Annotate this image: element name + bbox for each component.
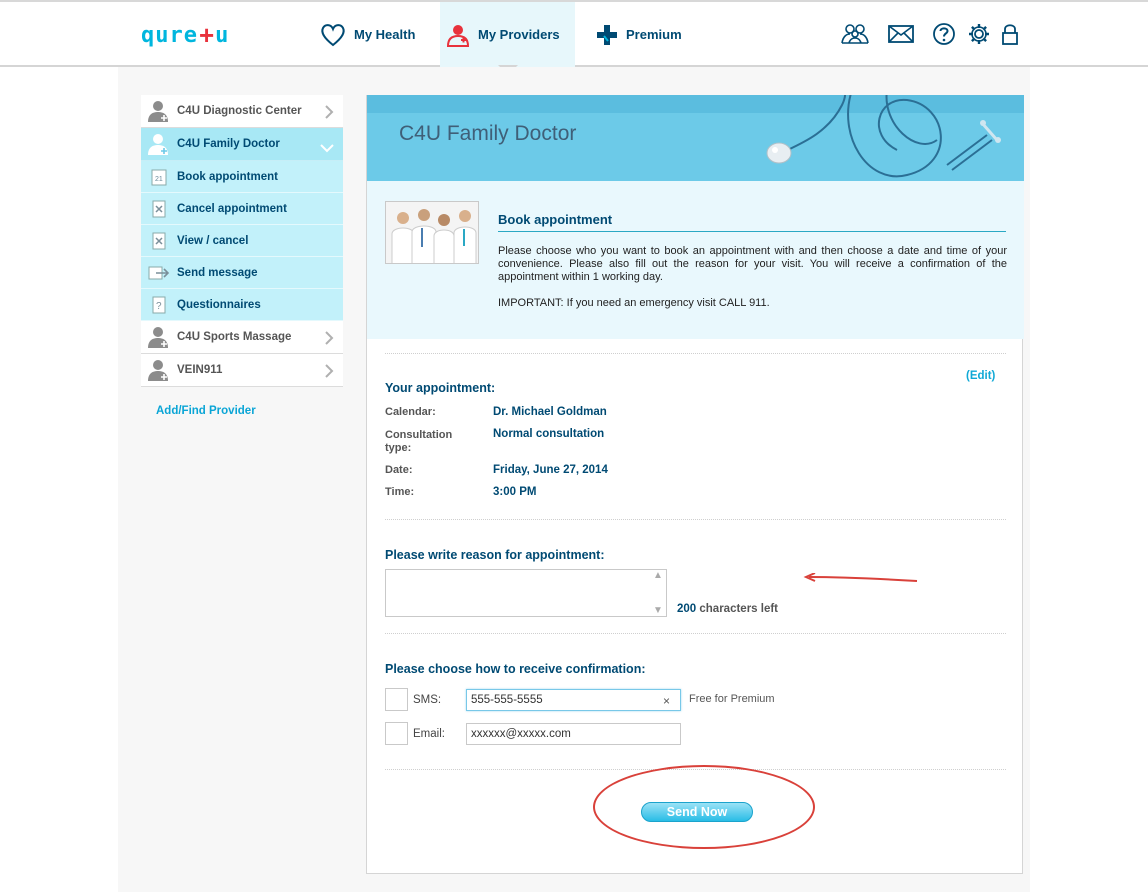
intro-heading: Book appointment — [498, 212, 1006, 232]
lock-icon[interactable] — [996, 22, 1024, 46]
logo-text-right: u — [215, 22, 230, 48]
doctors-photo — [385, 201, 479, 264]
qure4u-logo[interactable]: qure + u — [141, 22, 229, 48]
sidebar-sub-label: Cancel appointment — [177, 202, 287, 215]
calendar-icon: 21 — [141, 168, 177, 186]
chevron-right-icon — [324, 105, 334, 124]
characters-left-counter: 200 characters left — [677, 603, 778, 615]
main-panel: C4U Family Doctor Book appointment Pleas… — [366, 95, 1024, 874]
heart-icon — [321, 23, 345, 46]
reason-heading: Please write reason for appointment: — [385, 548, 605, 562]
clear-icon[interactable]: × — [663, 694, 670, 708]
nav-label: My Health — [354, 27, 416, 42]
time-label: Time: — [385, 486, 415, 498]
divider — [385, 353, 1006, 354]
divider — [385, 519, 1006, 520]
emergency-notice: IMPORTANT: If you need an emergency visi… — [498, 297, 770, 309]
sidebar-item-diagnostic-center[interactable]: C4U Diagnostic Center — [141, 95, 343, 128]
email-input[interactable] — [466, 723, 681, 745]
sidebar-sub-label: View / cancel — [177, 234, 249, 247]
sidebar-item-sports-massage[interactable]: C4U Sports Massage — [141, 321, 343, 354]
edit-appointment-link[interactable]: (Edit) — [966, 370, 995, 382]
nav-my-health[interactable]: My Health — [320, 2, 415, 67]
help-icon[interactable] — [930, 22, 958, 46]
sidebar-sub-cancel-appointment[interactable]: Cancel appointment — [141, 193, 343, 225]
provider-avatar-icon — [141, 99, 177, 123]
email-checkbox[interactable] — [385, 722, 408, 745]
date-label: Date: — [385, 464, 413, 476]
characters-left-number: 200 — [677, 603, 697, 615]
calendar-icon-text: 21 — [155, 176, 163, 183]
chevron-right-icon — [324, 364, 334, 383]
sidebar-sub-label: Questionnaires — [177, 298, 261, 311]
divider — [385, 633, 1006, 634]
scroll-down-icon[interactable]: ▼ — [653, 605, 663, 616]
send-now-button[interactable]: Send Now — [641, 802, 753, 822]
sidebar-sub-view-cancel[interactable]: View / cancel — [141, 225, 343, 257]
annotation-arrow — [803, 573, 918, 582]
scroll-up-icon[interactable]: ▲ — [653, 570, 663, 581]
reason-textarea[interactable] — [385, 569, 667, 617]
sidebar-sub-book-appointment[interactable]: 21 Book appointment — [141, 161, 343, 193]
cancel-doc-icon — [141, 200, 177, 218]
calendar-value: Dr. Michael Goldman — [493, 406, 607, 418]
top-bar: qure + u My Health My Providers Premium — [0, 0, 1148, 67]
settings-icon[interactable] — [965, 22, 993, 46]
sms-phone-input[interactable] — [466, 689, 681, 711]
add-find-provider-link[interactable]: Add/Find Provider — [156, 405, 256, 417]
sidebar-item-label: VEIN911 — [177, 364, 223, 376]
intro-text: Please choose who you want to book an ap… — [498, 245, 1007, 283]
sidebar-sub-label: Book appointment — [177, 170, 278, 183]
reason-scrollbar[interactable]: ▲ ▼ — [650, 570, 666, 616]
sidebar-item-vein911[interactable]: VEIN911 — [141, 354, 343, 387]
nav-premium[interactable]: Premium — [596, 2, 682, 67]
logo-plus: + — [198, 20, 215, 50]
sidebar-sub-questionnaires[interactable]: ? Questionnaires — [141, 289, 343, 321]
family-icon[interactable] — [841, 22, 869, 46]
question-doc-icon: ? — [141, 296, 177, 314]
characters-left-text: characters left — [699, 603, 779, 615]
calendar-label: Calendar: — [385, 406, 436, 418]
consultation-type-value: Normal consultation — [493, 428, 605, 440]
nav-label: My Providers — [478, 27, 560, 42]
sidebar-item-label: C4U Diagnostic Center — [177, 105, 302, 117]
consultation-type-label: Consultation type: — [385, 429, 453, 454]
date-value: Friday, June 27, 2014 — [493, 464, 608, 476]
appointment-heading: Your appointment: — [385, 381, 496, 395]
sidebar-sub-send-message[interactable]: Send message — [141, 257, 343, 289]
stethoscope-illustration — [766, 95, 1001, 178]
nav-label: Premium — [626, 27, 682, 42]
sms-checkbox[interactable] — [385, 688, 408, 711]
sidebar-item-family-doctor[interactable]: C4U Family Doctor — [141, 128, 343, 161]
provider-banner: C4U Family Doctor — [367, 95, 1024, 181]
chevron-right-icon — [324, 331, 334, 350]
provider-avatar-icon — [141, 132, 177, 156]
provider-avatar-icon — [141, 358, 177, 382]
banner-title: C4U Family Doctor — [399, 122, 577, 145]
logo-text-left: qure — [141, 22, 198, 48]
send-message-icon — [141, 265, 177, 281]
mail-icon[interactable] — [887, 22, 915, 46]
svg-text:?: ? — [156, 301, 162, 312]
chevron-down-icon — [320, 140, 334, 158]
premium-note: Free for Premium — [689, 693, 775, 705]
sms-label: SMS: — [413, 694, 442, 706]
provider-sidebar: C4U Diagnostic Center C4U Family Doctor … — [141, 95, 343, 387]
intro-section: Book appointment Please choose who you w… — [367, 181, 1024, 339]
email-label: Email: — [413, 728, 445, 740]
sidebar-sub-label: Send message — [177, 266, 258, 279]
sidebar-item-label: C4U Family Doctor — [177, 138, 280, 150]
time-value: 3:00 PM — [493, 486, 537, 498]
view-doc-icon — [141, 232, 177, 250]
confirmation-heading: Please choose how to receive confirmatio… — [385, 662, 646, 676]
cross-icon — [597, 24, 617, 45]
nav-my-providers[interactable]: My Providers — [440, 2, 575, 67]
doctor-icon — [446, 24, 470, 47]
sidebar-item-label: C4U Sports Massage — [177, 331, 292, 343]
provider-avatar-icon — [141, 325, 177, 349]
